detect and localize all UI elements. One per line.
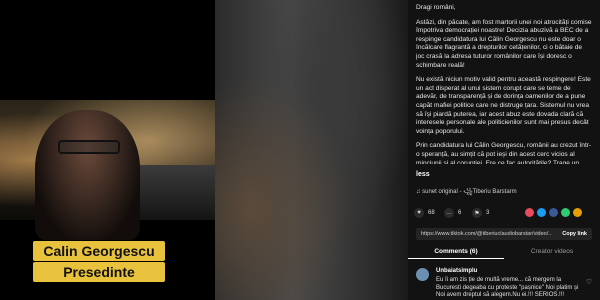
avatar[interactable] [416, 268, 429, 281]
description-paragraph: Astăzi, din păcate, am fost martorii une… [416, 18, 592, 69]
comment-icon: … [444, 208, 454, 218]
like-button[interactable]: ♥ 68 [414, 208, 435, 218]
bookmark-count: 3 [486, 210, 490, 216]
action-bar: ♥ 68 … 6 ⚑ 3 [414, 208, 594, 222]
share-icon[interactable] [573, 208, 582, 217]
description-paragraph: Dragi români, [416, 4, 456, 11]
send-icon[interactable] [537, 208, 546, 217]
video-person [35, 110, 140, 240]
video-crowd [135, 165, 215, 220]
comment-author[interactable]: Unbaiatsimplu [436, 268, 477, 274]
video-caption-name: Calin Georgescu [33, 241, 165, 261]
comment-count: 6 [458, 210, 462, 216]
bookmark-icon: ⚑ [472, 208, 482, 218]
link-box: https://www.tiktok.com/@tiberiuclaudioba… [416, 228, 592, 240]
tab-bar: Comments (6) Creator videos [408, 246, 600, 260]
comment-text: Eu îi am zis ție de multă vreme... că me… [436, 277, 579, 298]
heart-icon: ♥ [414, 208, 424, 218]
comment-item: Unbaiatsimplu Eu îi am zis ție de multă … [416, 266, 596, 300]
video-description: Dragi români, Astăzi, din păcate, am fos… [416, 4, 592, 164]
tab-creator-videos[interactable]: Creator videos [504, 246, 600, 258]
video-url[interactable]: https://www.tiktok.com/@tiberiuclaudioba… [421, 228, 551, 240]
like-count: 68 [428, 210, 435, 216]
video-glasses [58, 140, 120, 154]
video-caption-title: Presedinte [33, 262, 165, 282]
less-button[interactable]: less [416, 171, 430, 178]
share-buttons [522, 208, 582, 217]
embed-icon[interactable] [525, 208, 534, 217]
bookmark-button[interactable]: ⚑ 3 [472, 208, 489, 218]
whatsapp-icon[interactable] [561, 208, 570, 217]
description-paragraph: Nu există niciun motiv valid pentru acea… [416, 76, 591, 135]
heart-icon[interactable]: ♡ [586, 278, 592, 286]
copy-link-button[interactable]: Copy link [562, 228, 587, 240]
sound-link[interactable]: ♫ sunet original - ꧁Tiberiu Barstarm [416, 187, 517, 199]
facebook-icon[interactable] [549, 208, 558, 217]
blurred-background [215, 0, 408, 300]
description-paragraph: Prin candidatura lui Călin Georgescu, ro… [416, 142, 592, 164]
comment-button[interactable]: … 6 [444, 208, 461, 218]
tab-comments[interactable]: Comments (6) [408, 246, 504, 259]
